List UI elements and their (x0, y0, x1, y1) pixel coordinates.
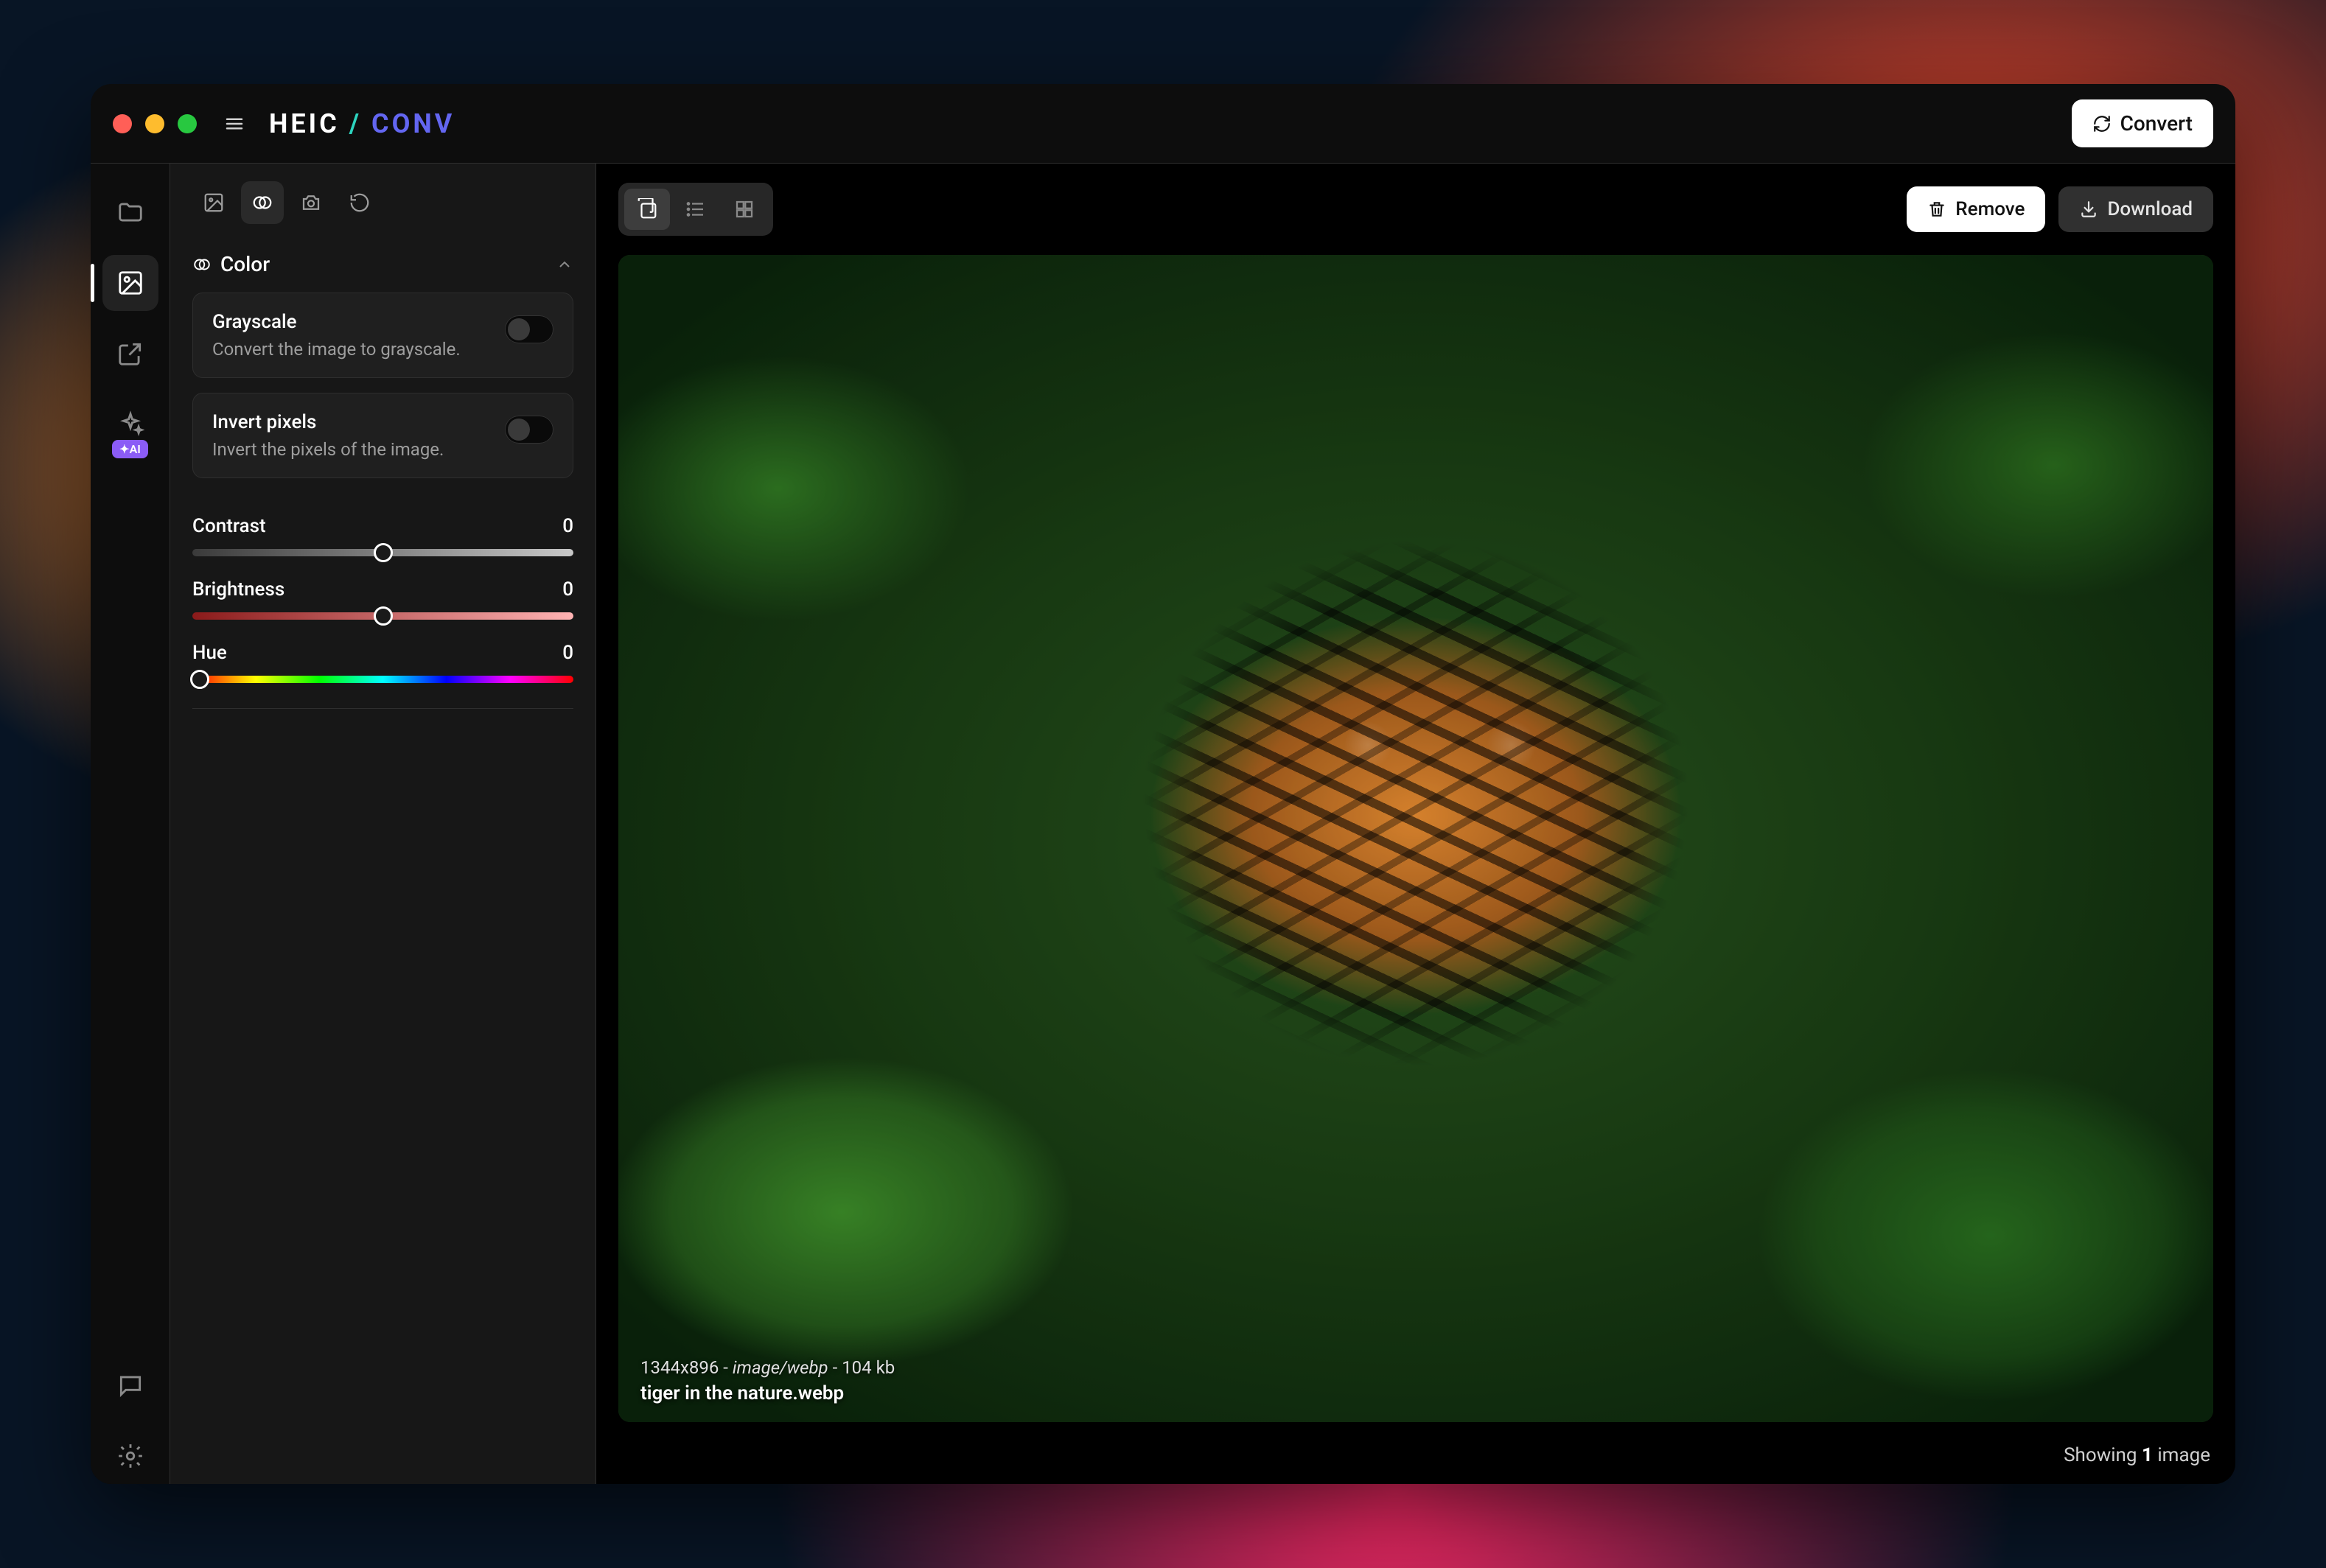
invert-title: Invert pixels (212, 411, 493, 433)
overlap-circles-icon (251, 192, 273, 214)
contrast-label: Contrast (192, 515, 266, 537)
download-button[interactable]: Download (2058, 186, 2213, 232)
contrast-slider[interactable] (192, 549, 573, 556)
folder-icon (116, 198, 144, 226)
app-window: HEIC / CONV Convert ✦AI (91, 84, 2235, 1484)
tab-rotate[interactable] (338, 181, 381, 224)
grayscale-toggle[interactable] (505, 315, 553, 343)
refresh-icon (2092, 114, 2112, 133)
panel-divider (192, 708, 573, 709)
view-list-button[interactable] (673, 189, 719, 230)
image-caption: 1344x896 - image/webp - 104 kb tiger in … (640, 1357, 895, 1404)
convert-button-label: Convert (2120, 111, 2193, 136)
contrast-row: Contrast 0 (192, 515, 573, 556)
convert-button[interactable]: Convert (2072, 99, 2213, 147)
contrast-value: 0 (562, 515, 573, 537)
rail-item-files[interactable] (102, 184, 158, 240)
image-filename: tiger in the nature.webp (640, 1382, 895, 1404)
close-window-button[interactable] (113, 114, 132, 133)
app-logo: HEIC / CONV (269, 108, 455, 139)
maximize-window-button[interactable] (178, 114, 197, 133)
menu-button[interactable] (219, 108, 250, 139)
image-size: 104 kb (842, 1357, 895, 1378)
image-mime: image/webp (733, 1357, 828, 1378)
grayscale-desc: Convert the image to grayscale. (212, 339, 493, 360)
grayscale-title: Grayscale (212, 311, 493, 333)
preview-image-foliage (618, 255, 2213, 1422)
main-toolbar: Remove Download (596, 164, 2235, 255)
chat-icon (116, 1371, 144, 1399)
logo-part-a: HEIC (269, 108, 340, 139)
hue-slider[interactable] (192, 676, 573, 683)
download-button-label: Download (2107, 198, 2193, 220)
view-single-button[interactable] (624, 189, 670, 230)
grayscale-card: Grayscale Convert the image to grayscale… (192, 293, 573, 378)
rail-item-export[interactable] (102, 326, 158, 382)
camera-icon (300, 192, 322, 214)
brightness-slider[interactable] (192, 612, 573, 620)
brightness-thumb[interactable] (374, 606, 393, 626)
image-small-icon (203, 192, 225, 214)
status-count: 1 (2142, 1444, 2153, 1466)
grid-icon (733, 198, 755, 220)
color-section-header[interactable]: Color (192, 245, 573, 293)
view-grid-button[interactable] (722, 189, 767, 230)
invert-toggle[interactable] (505, 416, 553, 444)
tab-color[interactable] (241, 181, 284, 224)
download-icon (2079, 200, 2098, 219)
rail-item-image[interactable] (102, 255, 158, 311)
color-section-title: Color (220, 252, 270, 276)
status-text: Showing 1 image (2064, 1444, 2210, 1466)
image-canvas[interactable]: 1344x896 - image/webp - 104 kb tiger in … (618, 255, 2213, 1422)
rail-item-settings[interactable] (102, 1428, 158, 1484)
hue-row: Hue 0 (192, 642, 573, 683)
brightness-value: 0 (562, 578, 573, 601)
hamburger-icon (223, 113, 245, 135)
ai-badge: ✦AI (112, 440, 148, 458)
edit-tool-tabs (192, 181, 573, 224)
edit-panel: Color Grayscale Convert the image to gra… (170, 164, 596, 1484)
trash-icon (1927, 200, 1946, 219)
hue-value: 0 (562, 642, 573, 664)
main-area: Remove Download 1344x896 - image/webp - … (596, 164, 2235, 1484)
list-icon (685, 198, 707, 220)
rotate-icon (349, 192, 371, 214)
invert-card: Invert pixels Invert the pixels of the i… (192, 393, 573, 478)
rail-item-ai[interactable]: ✦AI (102, 396, 158, 452)
brightness-row: Brightness 0 (192, 578, 573, 620)
logo-separator: / (349, 108, 362, 139)
tab-adjust[interactable] (192, 181, 235, 224)
brightness-label: Brightness (192, 578, 284, 601)
invert-desc: Invert the pixels of the image. (212, 439, 493, 460)
remove-button[interactable]: Remove (1907, 186, 2045, 232)
image-dimensions: 1344x896 (640, 1357, 719, 1378)
image-stack-icon (636, 198, 658, 220)
gear-icon (116, 1442, 144, 1470)
minimize-window-button[interactable] (145, 114, 164, 133)
hue-thumb[interactable] (190, 670, 209, 689)
nav-rail: ✦AI (91, 164, 170, 1484)
chevron-up-icon (556, 256, 573, 273)
external-link-icon (116, 340, 144, 368)
status-bar: Showing 1 image (596, 1434, 2235, 1484)
image-icon (116, 269, 144, 297)
window-controls (113, 114, 197, 133)
sparkle-icon (116, 410, 144, 438)
contrast-thumb[interactable] (374, 543, 393, 562)
hue-label: Hue (192, 642, 227, 664)
app-body: ✦AI (91, 164, 2235, 1484)
overlap-circles-icon (192, 255, 212, 274)
rail-item-feedback[interactable] (102, 1357, 158, 1413)
logo-part-b: CONV (371, 108, 455, 139)
tab-camera[interactable] (290, 181, 332, 224)
view-mode-group (618, 183, 773, 236)
remove-button-label: Remove (1955, 198, 2025, 220)
titlebar: HEIC / CONV Convert (91, 84, 2235, 164)
image-meta: 1344x896 - image/webp - 104 kb (640, 1357, 895, 1378)
